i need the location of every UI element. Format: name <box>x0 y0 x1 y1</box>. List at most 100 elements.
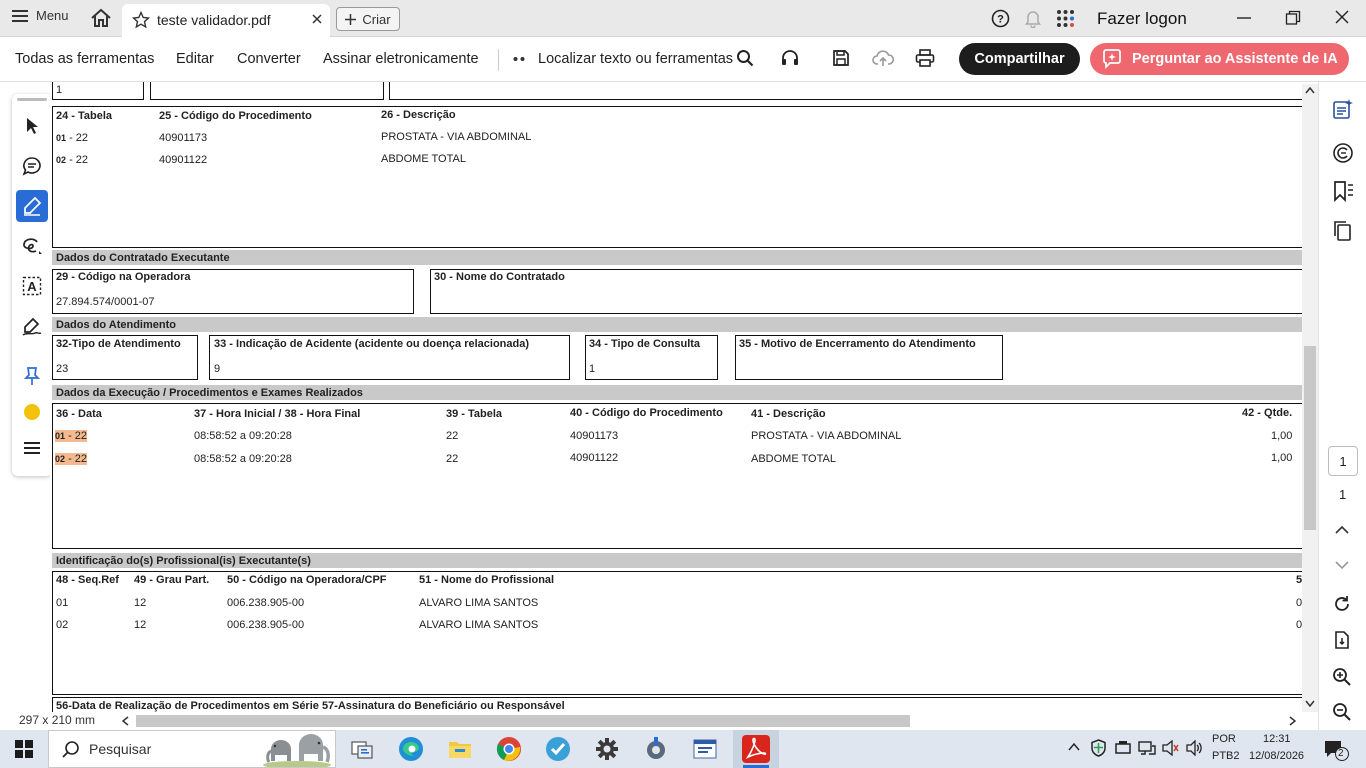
vertical-scrollbar[interactable] <box>1302 84 1318 712</box>
select-arrow-icon[interactable] <box>16 110 48 142</box>
right-tools-panel: 1 1 <box>1318 82 1366 730</box>
share-button[interactable]: Compartilhar <box>959 43 1080 75</box>
network-tools-icon[interactable] <box>642 735 670 763</box>
security-shield-icon[interactable] <box>1090 739 1107 757</box>
comments-panel-icon[interactable] <box>1332 142 1354 164</box>
office-app-icon[interactable] <box>691 735 719 763</box>
page-export-icon[interactable] <box>1332 630 1352 650</box>
sign-pen-icon[interactable] <box>16 310 48 342</box>
scroll-left-icon[interactable] <box>122 716 129 726</box>
edge-browser-icon[interactable] <box>397 735 425 763</box>
acidente-label: 33 - Indicação de Acidente (acidente ou … <box>214 338 530 350</box>
ai-summary-icon[interactable] <box>1332 98 1354 120</box>
scroll-thumb[interactable] <box>1304 346 1316 530</box>
find-tools-field[interactable]: Localizar texto ou ferramentas <box>538 51 733 67</box>
save-icon[interactable] <box>832 49 850 67</box>
exec-row-tabela: 22 <box>446 430 459 442</box>
proc-header-descricao: 26 - Descrição <box>381 109 456 121</box>
all-tools-menu[interactable]: Todas as ferramentas <box>15 51 154 67</box>
prof-row-seq: 02 <box>56 619 69 631</box>
next-page-icon[interactable] <box>1335 561 1349 570</box>
edit-menu[interactable]: Editar <box>176 51 214 67</box>
speaker-icon[interactable] <box>1185 740 1203 756</box>
ai-assistant-button[interactable]: Perguntar ao Assistente de IA <box>1090 43 1349 75</box>
convert-menu[interactable]: Converter <box>237 51 301 67</box>
cloud-upload-icon[interactable] <box>872 49 894 67</box>
text-box-icon[interactable]: A <box>16 270 48 302</box>
read-aloud-icon[interactable] <box>780 49 800 67</box>
close-window-icon[interactable] <box>1334 9 1350 25</box>
top-field-box <box>389 82 1302 100</box>
taskbar-search-box[interactable]: Pesquisar <box>48 730 336 768</box>
refresh-icon[interactable] <box>1332 594 1352 614</box>
restore-icon[interactable] <box>1285 10 1301 26</box>
exec-header-qtde: 42 - Qtde. <box>1242 407 1293 419</box>
close-tab-icon[interactable] <box>310 12 324 26</box>
login-link[interactable]: Fazer logon <box>1097 9 1187 29</box>
exec-row-qtde: 1,00 <box>1271 430 1293 442</box>
zoom-in-icon[interactable] <box>1332 667 1352 687</box>
minimize-icon[interactable] <box>1236 10 1252 26</box>
prev-page-icon[interactable] <box>1335 525 1349 534</box>
network-icon[interactable] <box>1138 740 1156 756</box>
scroll-up-icon[interactable] <box>1305 87 1315 94</box>
help-icon[interactable]: ? <box>991 9 1010 28</box>
search-icon[interactable] <box>736 49 754 67</box>
proc-row-descricao: PROSTATA - VIA ABDOMINAL <box>381 131 532 143</box>
document-tab[interactable]: teste validador.pdf <box>122 4 330 37</box>
bookmark-icon[interactable] <box>1332 180 1354 202</box>
proc-header-codigo: 25 - Código do Procedimento <box>159 110 312 122</box>
exec-row-tabela: 22 <box>446 453 459 465</box>
highlight-pen-icon[interactable] <box>16 190 48 222</box>
pin-icon[interactable] <box>16 360 48 392</box>
tray-chevron-icon[interactable] <box>1068 742 1080 751</box>
star-icon[interactable] <box>132 11 150 29</box>
volume-muted-icon[interactable] <box>1161 740 1179 756</box>
status-bar: 297 x 210 mm <box>0 712 1318 730</box>
color-swatch-icon[interactable] <box>16 396 48 428</box>
create-button[interactable]: Criar <box>336 7 400 31</box>
cod-operadora-value: 27.894.574/0001-07 <box>56 296 155 308</box>
acrobat-reader-taskbar-icon[interactable] <box>733 730 779 768</box>
more-dots-icon[interactable] <box>513 56 525 62</box>
notifications-icon[interactable] <box>1323 739 1349 761</box>
windows-start-icon[interactable] <box>15 740 33 758</box>
task-view-icon[interactable] <box>348 735 376 763</box>
checkmark-app-icon[interactable] <box>544 735 572 763</box>
exec-header-descricao: 41 - Descrição <box>751 408 826 420</box>
tipo-atendimento-value: 23 <box>56 363 69 375</box>
section-atendimento: Dados do Atendimento <box>52 317 1302 332</box>
print-icon[interactable] <box>915 49 935 67</box>
horizontal-scroll-thumb[interactable] <box>136 715 910 727</box>
current-page-input[interactable]: 1 <box>1328 446 1358 476</box>
device-tray-icon[interactable] <box>1114 740 1132 756</box>
more-tools-icon[interactable] <box>16 432 48 464</box>
settings-gear-icon[interactable] <box>593 735 621 763</box>
clock-date[interactable]: 12/08/2026 <box>1249 750 1304 762</box>
keyboard-layout-indicator[interactable]: PTB2 <box>1212 750 1240 762</box>
bell-icon[interactable] <box>1024 9 1042 28</box>
sign-menu[interactable]: Assinar eletronicamente <box>323 51 479 67</box>
scroll-down-icon[interactable] <box>1305 700 1315 707</box>
prof-row-grau: 12 <box>134 597 147 609</box>
scroll-right-icon[interactable] <box>1289 716 1296 726</box>
home-icon[interactable] <box>90 8 112 28</box>
language-indicator[interactable]: POR <box>1212 733 1236 745</box>
clock-time[interactable]: 12:31 <box>1263 733 1291 745</box>
section-contratado: Dados do Contratado Executante <box>52 250 1302 265</box>
svg-text:A: A <box>27 279 37 294</box>
zoom-out-icon[interactable] <box>1332 702 1352 722</box>
chrome-browser-icon[interactable] <box>495 735 523 763</box>
menu-button[interactable]: Menu <box>12 8 69 23</box>
ai-assistant-label: Perguntar ao Assistente de IA <box>1132 51 1338 67</box>
total-pages: 1 <box>1339 487 1347 502</box>
file-explorer-icon[interactable] <box>446 735 474 763</box>
pages-icon[interactable] <box>1332 220 1354 242</box>
comment-icon[interactable] <box>16 150 48 182</box>
section-profissional: Identificação do(s) Profissional(is) Exe… <box>52 553 1302 568</box>
freehand-draw-icon[interactable] <box>16 230 48 262</box>
exec-row-data: 01 - 22 <box>55 430 88 442</box>
execution-box <box>52 403 1302 549</box>
apps-grid-icon[interactable] <box>1056 9 1075 28</box>
panel-grip[interactable] <box>17 98 47 101</box>
